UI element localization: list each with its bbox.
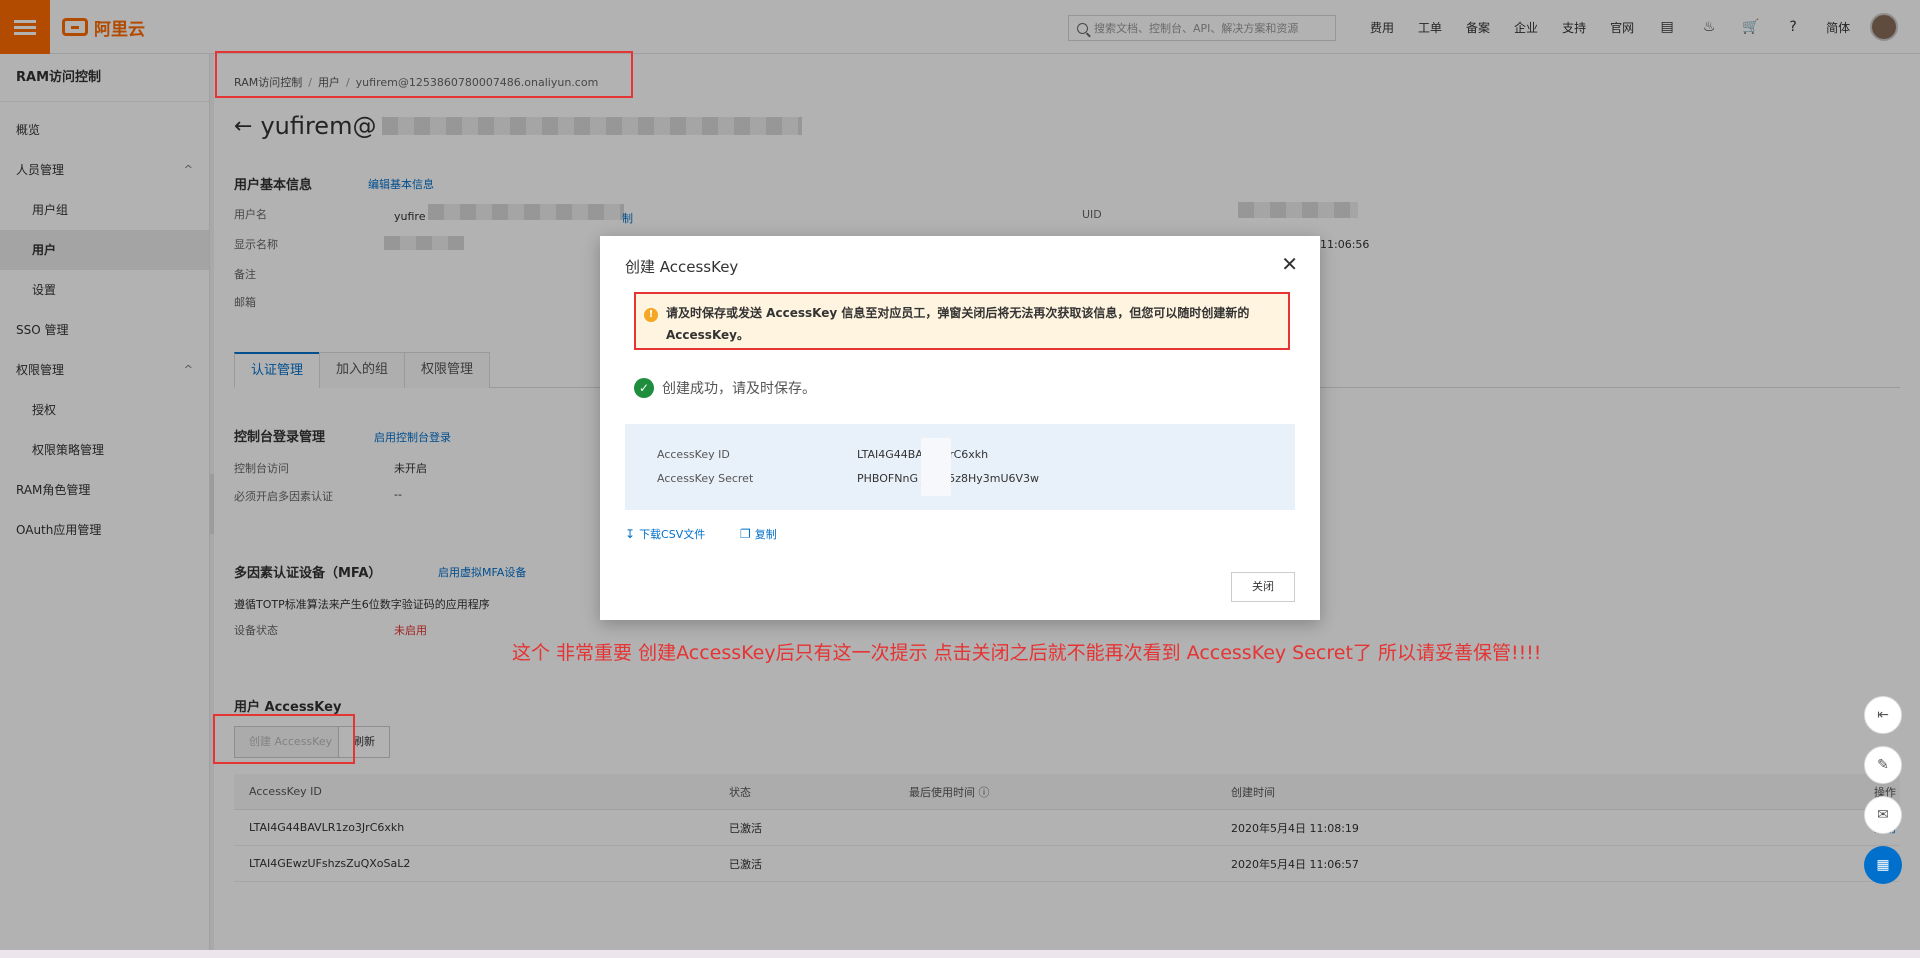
redacted-block <box>921 438 951 496</box>
key-secret-label: AccessKey Secret <box>657 472 754 485</box>
success-message: ✓ 创建成功，请及时保存。 <box>634 378 816 398</box>
download-csv-link[interactable]: ↧ 下载CSV文件 <box>625 526 705 542</box>
copy-icon: ❐ <box>740 527 751 541</box>
taskbar-strip <box>0 950 1920 958</box>
annotation-box-create-button <box>213 714 355 764</box>
download-icon: ↧ <box>625 527 636 541</box>
create-accesskey-dialog: 创建 AccessKey ✕ ! 请及时保存或发送 AccessKey 信息至对… <box>600 236 1320 620</box>
key-id-label: AccessKey ID <box>657 448 730 461</box>
key-info-box: AccessKey ID LTAI4G44BA zo3JrC6xkh Acces… <box>625 424 1295 510</box>
feedback-icon[interactable]: ⇤ <box>1864 696 1902 734</box>
copy-link[interactable]: ❐ 复制 <box>740 526 777 542</box>
check-circle-icon: ✓ <box>634 378 654 398</box>
apps-grid-icon[interactable]: ▦ <box>1864 846 1902 884</box>
dialog-title: 创建 AccessKey <box>625 258 739 276</box>
annotation-text: 这个 非常重要 创建AccessKey后只有这一次提示 点击关闭之后就不能再次看… <box>512 642 1542 664</box>
warning-icon: ! <box>644 308 658 322</box>
warning-banner: ! 请及时保存或发送 AccessKey 信息至对应员工，弹窗关闭后将无法再次获… <box>634 292 1290 350</box>
annotation-box-breadcrumb <box>215 51 633 98</box>
chat-icon[interactable]: ✉ <box>1864 796 1902 834</box>
close-icon[interactable]: ✕ <box>1281 252 1298 276</box>
warning-text: 请及时保存或发送 AccessKey 信息至对应员工，弹窗关闭后将无法再次获取该… <box>666 306 1250 342</box>
close-button[interactable]: 关闭 <box>1231 572 1295 602</box>
success-text: 创建成功，请及时保存。 <box>662 381 816 397</box>
edit-note-icon[interactable]: ✎ <box>1864 746 1902 784</box>
